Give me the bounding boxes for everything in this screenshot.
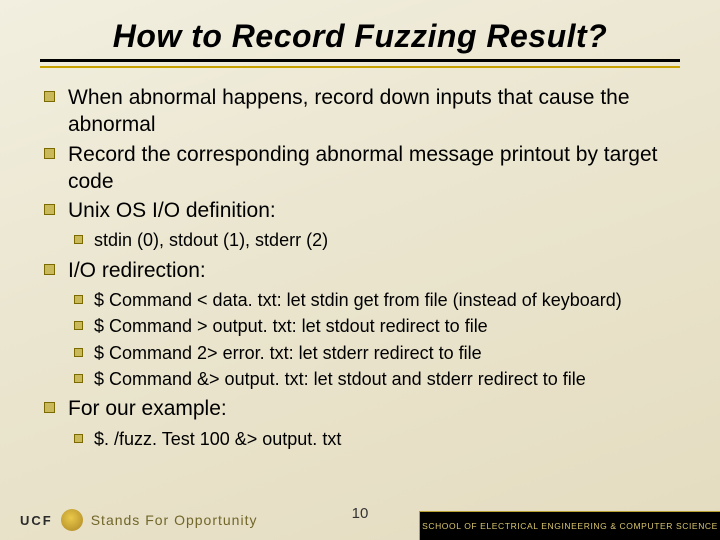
list-item: $ Command &> output. txt: let stdout and… [68,367,686,391]
slide: How to Record Fuzzing Result? When abnor… [0,0,720,540]
list-item: $ Command < data. txt: let stdin get fro… [68,288,686,312]
list-item: $ Command 2> error. txt: let stderr redi… [68,341,686,365]
sub-list: $. /fuzz. Test 100 &> output. txt [68,427,686,451]
list-item: Record the corresponding abnormal messag… [38,141,686,196]
slide-title: How to Record Fuzzing Result? [28,18,692,55]
list-item: $. /fuzz. Test 100 &> output. txt [68,427,686,451]
list-item: Unix OS I/O definition: stdin (0), stdou… [38,197,686,253]
list-item: I/O redirection: $ Command < data. txt: … [38,257,686,391]
list-item: When abnormal happens, record down input… [38,84,686,139]
sub-list: stdin (0), stdout (1), stderr (2) [68,228,686,252]
list-item-label: For our example: [68,397,227,420]
bullet-list: When abnormal happens, record down input… [28,84,692,451]
department-bar: SCHOOL OF ELECTRICAL ENGINEERING & COMPU… [419,511,720,540]
footer: 10 UCF Stands For Opportunity SCHOOL OF … [0,500,720,540]
pegasus-icon [61,509,83,531]
list-item: stdin (0), stdout (1), stderr (2) [68,228,686,252]
list-item-label: Unix OS I/O definition: [68,199,276,222]
list-item: For our example: $. /fuzz. Test 100 &> o… [38,395,686,451]
list-item-label: I/O redirection: [68,259,206,282]
title-rule [40,59,680,68]
sub-list: $ Command < data. txt: let stdin get fro… [68,288,686,391]
list-item: $ Command > output. txt: let stdout redi… [68,314,686,338]
